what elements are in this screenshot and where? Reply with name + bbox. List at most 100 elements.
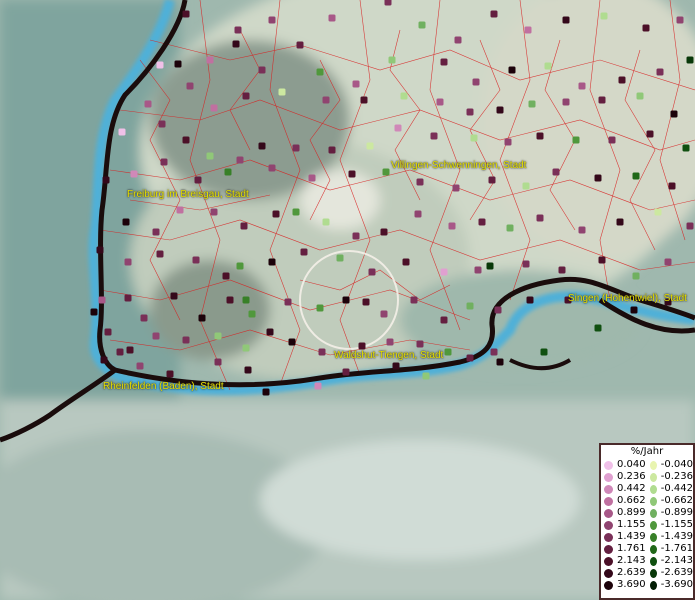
data-point[interactable]	[140, 314, 148, 322]
data-point[interactable]	[382, 168, 390, 176]
data-point[interactable]	[496, 358, 504, 366]
data-point[interactable]	[578, 82, 586, 90]
data-point[interactable]	[236, 156, 244, 164]
data-point[interactable]	[318, 348, 326, 356]
data-point[interactable]	[380, 228, 388, 236]
data-point[interactable]	[490, 10, 498, 18]
data-point[interactable]	[352, 232, 360, 240]
data-point[interactable]	[98, 296, 106, 304]
data-point[interactable]	[126, 346, 134, 354]
data-point[interactable]	[192, 256, 200, 264]
data-point[interactable]	[572, 136, 580, 144]
data-point[interactable]	[490, 348, 498, 356]
data-point[interactable]	[278, 88, 286, 96]
data-point[interactable]	[608, 136, 616, 144]
data-point[interactable]	[244, 366, 252, 374]
data-point[interactable]	[418, 21, 426, 29]
data-point[interactable]	[316, 304, 324, 312]
data-point[interactable]	[478, 218, 486, 226]
data-point[interactable]	[206, 152, 214, 160]
data-point[interactable]	[466, 108, 474, 116]
data-point[interactable]	[224, 168, 232, 176]
data-point[interactable]	[636, 92, 644, 100]
data-point[interactable]	[528, 100, 536, 108]
data-point[interactable]	[506, 224, 514, 232]
data-point[interactable]	[536, 214, 544, 222]
data-point[interactable]	[466, 302, 474, 310]
data-point[interactable]	[562, 98, 570, 106]
data-point[interactable]	[494, 306, 502, 314]
data-point[interactable]	[388, 56, 396, 64]
data-point[interactable]	[240, 222, 248, 230]
data-point[interactable]	[430, 132, 438, 140]
data-point[interactable]	[392, 362, 400, 370]
data-point[interactable]	[654, 208, 662, 216]
data-point[interactable]	[440, 316, 448, 324]
data-point[interactable]	[268, 164, 276, 172]
data-point[interactable]	[186, 82, 194, 90]
data-point[interactable]	[470, 134, 478, 142]
data-point[interactable]	[422, 372, 430, 380]
data-point[interactable]	[668, 182, 676, 190]
data-point[interactable]	[558, 266, 566, 274]
data-point[interactable]	[308, 174, 316, 182]
data-point[interactable]	[182, 10, 190, 18]
data-point[interactable]	[594, 324, 602, 332]
data-point[interactable]	[524, 26, 532, 34]
data-point[interactable]	[262, 388, 270, 396]
data-point[interactable]	[670, 110, 678, 118]
data-point[interactable]	[266, 328, 274, 336]
data-point[interactable]	[474, 266, 482, 274]
data-point[interactable]	[632, 272, 640, 280]
data-point[interactable]	[100, 356, 108, 364]
data-point[interactable]	[686, 56, 694, 64]
data-point[interactable]	[176, 206, 184, 214]
data-point[interactable]	[156, 250, 164, 258]
data-point[interactable]	[440, 58, 448, 66]
data-point[interactable]	[182, 336, 190, 344]
data-point[interactable]	[300, 248, 308, 256]
data-point[interactable]	[174, 60, 182, 68]
data-point[interactable]	[116, 348, 124, 356]
data-point[interactable]	[214, 332, 222, 340]
data-point[interactable]	[222, 272, 230, 280]
data-point[interactable]	[144, 100, 152, 108]
data-point[interactable]	[400, 92, 408, 100]
data-point[interactable]	[226, 296, 234, 304]
data-point[interactable]	[598, 96, 606, 104]
data-point[interactable]	[316, 68, 324, 76]
data-point[interactable]	[248, 310, 256, 318]
data-point[interactable]	[540, 348, 548, 356]
data-point[interactable]	[232, 40, 240, 48]
data-point[interactable]	[206, 56, 214, 64]
data-point[interactable]	[342, 368, 350, 376]
data-point[interactable]	[102, 176, 110, 184]
data-point[interactable]	[656, 68, 664, 76]
data-point[interactable]	[402, 258, 410, 266]
data-point[interactable]	[386, 338, 394, 346]
data-point[interactable]	[242, 296, 250, 304]
data-point[interactable]	[130, 170, 138, 178]
data-point[interactable]	[328, 146, 336, 154]
data-point[interactable]	[242, 344, 250, 352]
data-point[interactable]	[152, 332, 160, 340]
data-point[interactable]	[686, 222, 694, 230]
data-point[interactable]	[578, 226, 586, 234]
data-point[interactable]	[292, 144, 300, 152]
data-point[interactable]	[182, 136, 190, 144]
data-point[interactable]	[630, 306, 638, 314]
data-point[interactable]	[258, 142, 266, 150]
data-point[interactable]	[642, 24, 650, 32]
data-point[interactable]	[158, 120, 166, 128]
data-point[interactable]	[504, 138, 512, 146]
data-point[interactable]	[348, 170, 356, 178]
data-point[interactable]	[600, 12, 608, 20]
data-point[interactable]	[210, 208, 218, 216]
data-point[interactable]	[414, 210, 422, 218]
data-point[interactable]	[104, 328, 112, 336]
data-point[interactable]	[594, 174, 602, 182]
data-point[interactable]	[452, 184, 460, 192]
data-point[interactable]	[296, 41, 304, 49]
data-point[interactable]	[444, 348, 452, 356]
data-point[interactable]	[416, 340, 424, 348]
